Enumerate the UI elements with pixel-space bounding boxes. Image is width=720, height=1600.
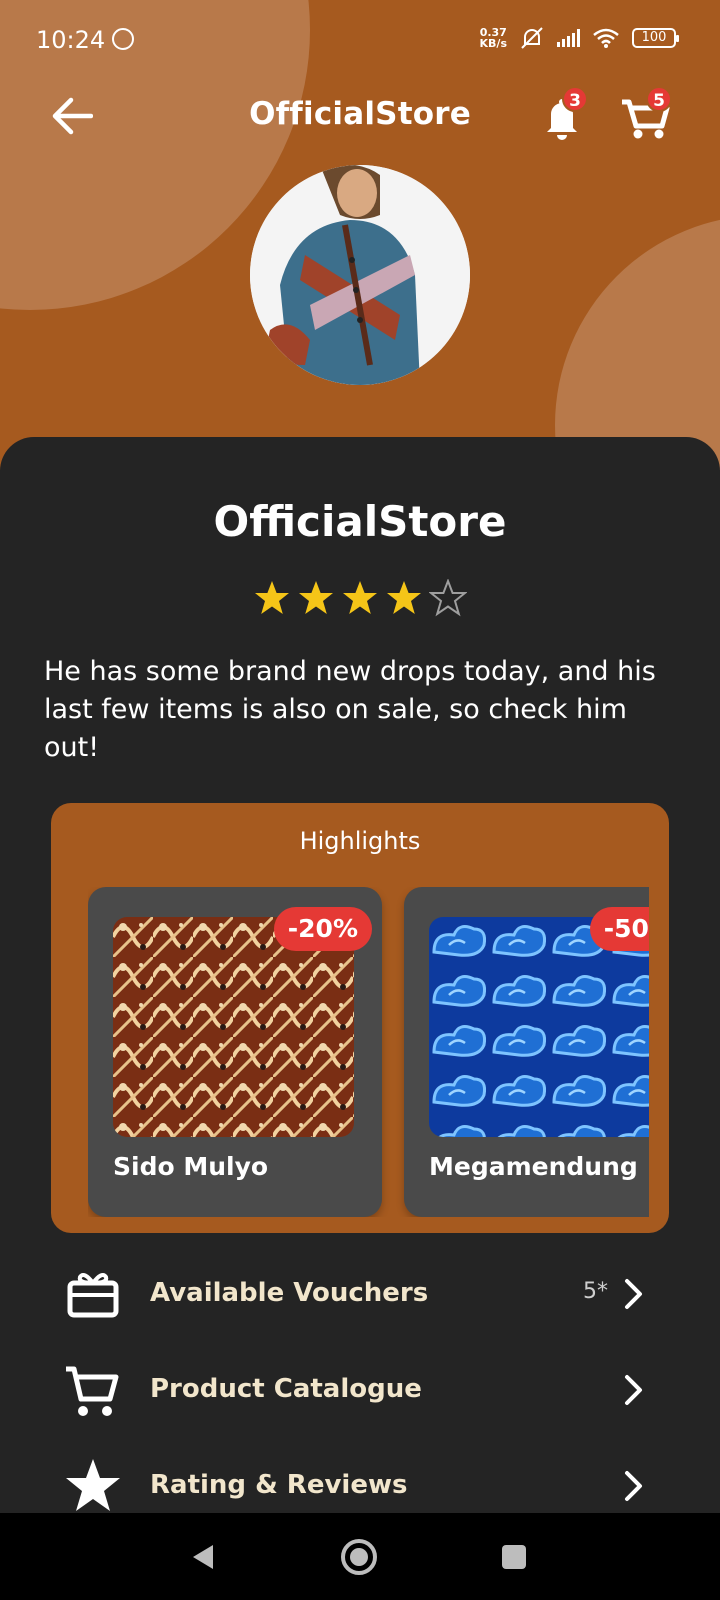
highlights-carousel[interactable]: -20% Sido Mulyo -50 Megamendung bbox=[88, 887, 649, 1217]
top-app-bar: OfficialStore 3 5 bbox=[0, 80, 720, 152]
nav-back-button[interactable] bbox=[181, 1535, 225, 1579]
page-title: OfficialStore bbox=[249, 96, 471, 132]
decorative-circle bbox=[555, 215, 720, 470]
star-filled-icon bbox=[255, 581, 289, 614]
star-filled-icon bbox=[387, 581, 421, 614]
star-icon bbox=[66, 1459, 120, 1511]
product-name: Sido Mulyo bbox=[113, 1152, 269, 1181]
discount-badge: -20% bbox=[273, 907, 372, 951]
product-name: Megamendung bbox=[429, 1152, 638, 1181]
menu-item-catalogue[interactable]: Product Catalogue bbox=[0, 1345, 720, 1435]
home-circle-icon bbox=[341, 1539, 377, 1575]
system-navigation-bar bbox=[0, 1513, 720, 1600]
cart-icon bbox=[66, 1366, 119, 1416]
store-name: OfficialStore bbox=[213, 497, 507, 546]
highlights-title: Highlights bbox=[299, 827, 421, 855]
nav-home-button[interactable] bbox=[337, 1535, 381, 1579]
network-speed: 0.37 KB/s bbox=[479, 26, 507, 50]
triangle-back-icon bbox=[193, 1545, 213, 1569]
notification-count-badge: 3 bbox=[562, 86, 588, 112]
store-avatar bbox=[250, 165, 470, 385]
battery-icon: 100 bbox=[632, 28, 679, 48]
discount-badge: -50% bbox=[589, 907, 649, 951]
notifications-button[interactable]: 3 bbox=[532, 84, 592, 144]
star-filled-icon bbox=[343, 581, 377, 614]
highlights-section: Highlights -20% Sido Mulyo -50 Megamendu… bbox=[51, 803, 669, 1233]
menu-label: Available Vouchers bbox=[150, 1278, 429, 1308]
store-description: He has some brand new drops today, and h… bbox=[44, 656, 656, 763]
chevron-right-icon bbox=[625, 1375, 642, 1405]
menu-label: Rating & Reviews bbox=[150, 1470, 408, 1500]
product-card-sido-mulyo[interactable]: -20% Sido Mulyo bbox=[88, 887, 382, 1217]
store-profile-card: OfficialStore He has some brand new drop… bbox=[0, 437, 720, 1513]
star-empty-icon bbox=[429, 579, 467, 617]
cart-count-badge: 5 bbox=[646, 86, 672, 112]
product-card-megamendung[interactable]: -50% Megamendung bbox=[404, 887, 649, 1217]
status-time: 10:24 bbox=[36, 26, 106, 54]
signal-icon bbox=[557, 29, 580, 47]
chevron-right-icon bbox=[625, 1471, 642, 1501]
menu-label: Product Catalogue bbox=[150, 1374, 422, 1404]
menu-item-vouchers[interactable]: Available Vouchers 5* bbox=[0, 1249, 720, 1339]
square-recents-icon bbox=[502, 1545, 526, 1569]
status-bar: 10:24 0.37 KB/s 100 bbox=[0, 0, 720, 80]
store-rating bbox=[0, 579, 720, 617]
nav-recents-button[interactable] bbox=[492, 1535, 536, 1579]
star-filled-icon bbox=[299, 581, 333, 614]
voucher-count: 5* bbox=[583, 1279, 608, 1304]
chevron-right-icon bbox=[625, 1279, 642, 1309]
whatsapp-icon bbox=[112, 28, 134, 50]
voucher-icon bbox=[67, 1273, 119, 1318]
mute-icon bbox=[521, 27, 543, 49]
cart-button[interactable]: 5 bbox=[616, 84, 676, 144]
wifi-icon bbox=[593, 28, 619, 48]
